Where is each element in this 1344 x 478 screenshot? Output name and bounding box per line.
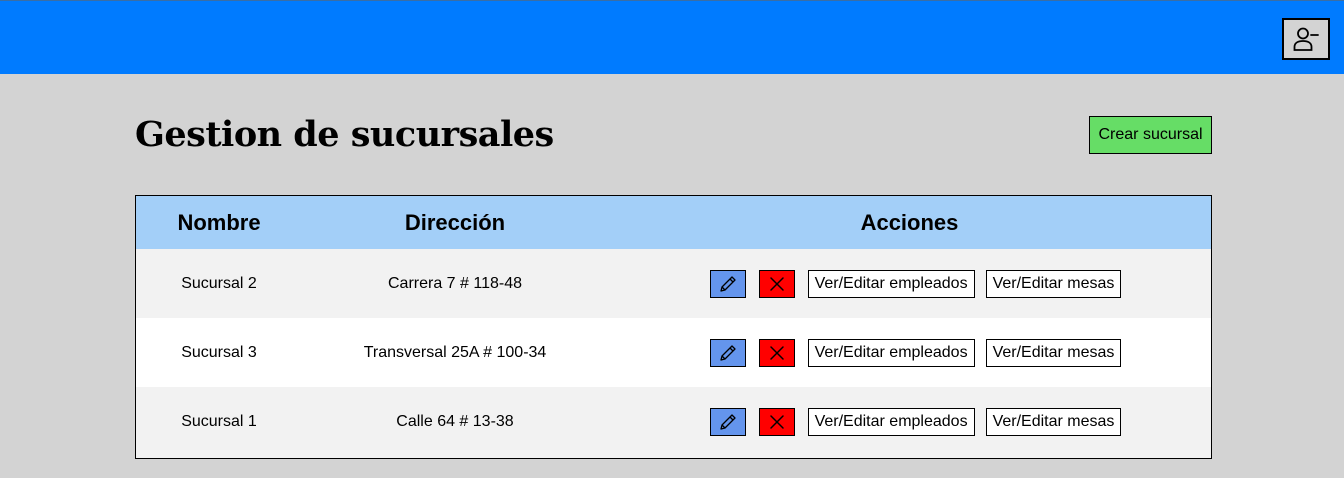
pencil-icon bbox=[719, 275, 736, 292]
row-actions: Ver/Editar empleados Ver/Editar mesas bbox=[608, 387, 1211, 456]
view-edit-tables-button[interactable]: Ver/Editar mesas bbox=[985, 407, 1122, 436]
pencil-icon bbox=[719, 413, 736, 430]
branch-name: Sucursal 2 bbox=[181, 274, 257, 292]
branch-name: Sucursal 1 bbox=[181, 412, 257, 430]
x-icon bbox=[769, 414, 784, 429]
delete-button[interactable] bbox=[758, 338, 795, 367]
view-edit-employees-button[interactable]: Ver/Editar empleados bbox=[807, 338, 975, 367]
table-header-row: Nombre Dirección Acciones bbox=[136, 196, 1211, 249]
user-minus-icon bbox=[1293, 27, 1319, 51]
branch-address: Carrera 7 # 118-48 bbox=[388, 274, 522, 292]
top-navbar bbox=[0, 0, 1344, 74]
view-edit-employees-button[interactable]: Ver/Editar empleados bbox=[807, 407, 975, 436]
branch-address: Calle 64 # 13-38 bbox=[396, 412, 514, 430]
x-icon bbox=[769, 345, 784, 360]
view-edit-employees-button[interactable]: Ver/Editar empleados bbox=[807, 269, 975, 298]
row-actions: Ver/Editar empleados Ver/Editar mesas bbox=[608, 318, 1211, 387]
table-row: Sucursal 2 Carrera 7 # 118-48 Ver/Editar… bbox=[136, 249, 1211, 318]
page-title: Gestion de sucursales bbox=[135, 114, 554, 155]
row-actions: Ver/Editar empleados Ver/Editar mesas bbox=[608, 249, 1211, 318]
branch-address: Transversal 25A # 100-34 bbox=[363, 343, 547, 361]
view-edit-tables-button[interactable]: Ver/Editar mesas bbox=[985, 338, 1122, 367]
create-branch-button[interactable]: Crear sucursal bbox=[1089, 116, 1212, 154]
view-edit-tables-button[interactable]: Ver/Editar mesas bbox=[985, 269, 1122, 298]
column-header-direccion: Dirección bbox=[404, 209, 506, 235]
edit-button[interactable] bbox=[709, 338, 746, 367]
user-menu-button[interactable] bbox=[1282, 18, 1330, 60]
column-header-acciones: Acciones bbox=[860, 209, 959, 235]
column-header-nombre: Nombre bbox=[177, 209, 261, 235]
edit-button[interactable] bbox=[709, 269, 746, 298]
delete-button[interactable] bbox=[758, 269, 795, 298]
branch-name: Sucursal 3 bbox=[181, 343, 257, 361]
edit-button[interactable] bbox=[709, 407, 746, 436]
pencil-icon bbox=[719, 344, 736, 361]
branches-table: Nombre Dirección Acciones Sucursal 2 Car… bbox=[135, 195, 1212, 459]
x-icon bbox=[769, 276, 784, 291]
table-row: Sucursal 3 Transversal 25A # 100-34 Ver/… bbox=[136, 318, 1211, 387]
delete-button[interactable] bbox=[758, 407, 795, 436]
table-row: Sucursal 1 Calle 64 # 13-38 Ver/Editar e… bbox=[136, 387, 1211, 456]
